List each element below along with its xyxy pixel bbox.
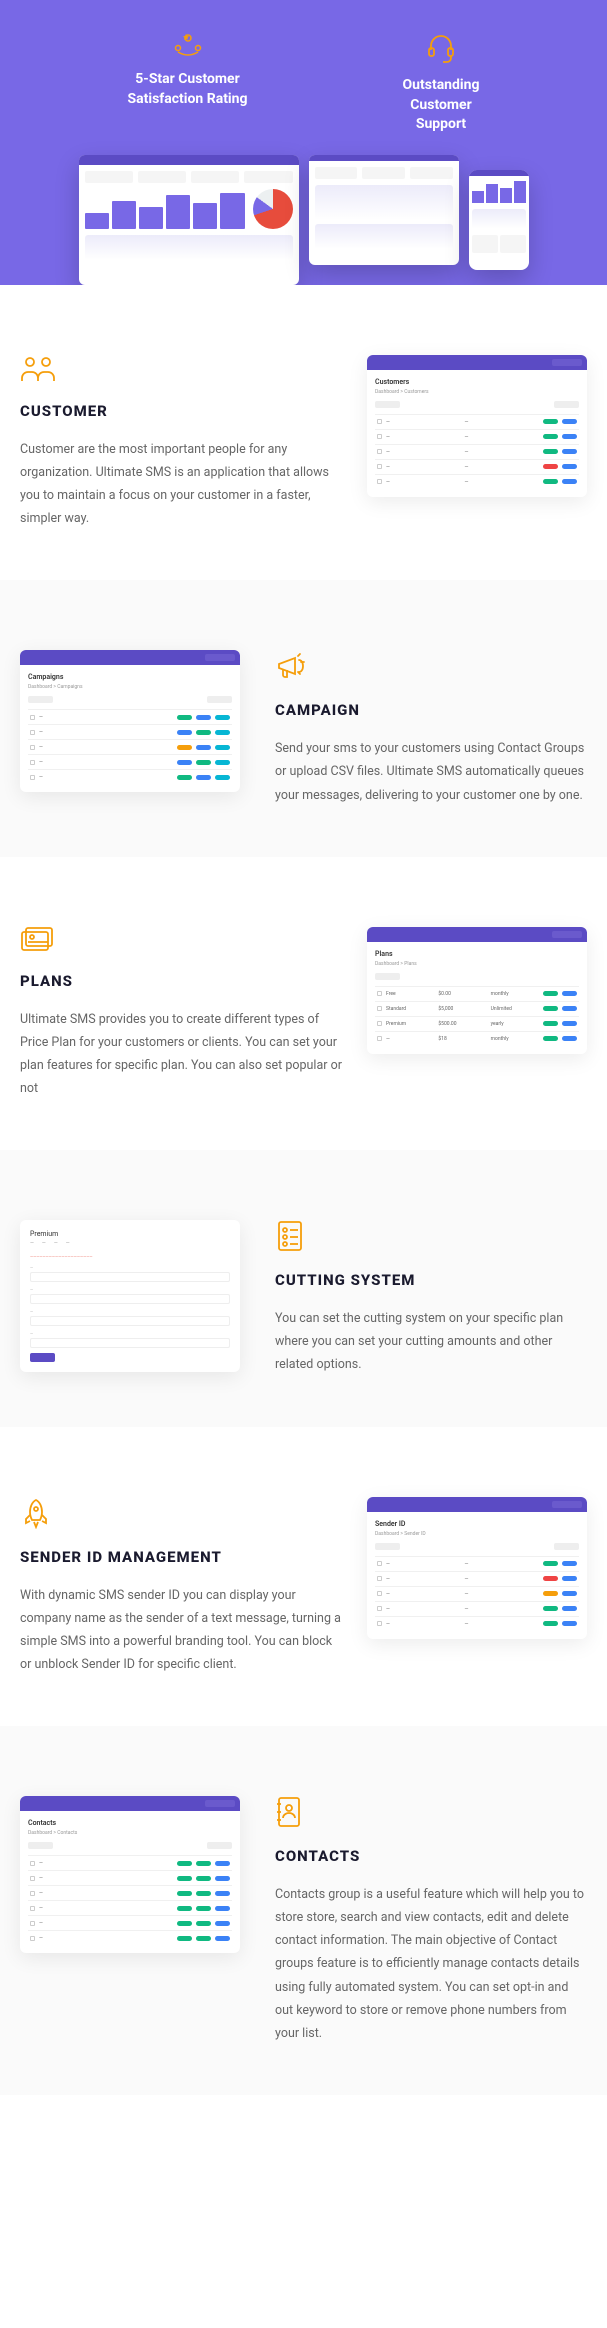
hero-section: 5-Star Customer Satisfaction Rating Outs… xyxy=(0,0,607,285)
section-text: Ultimate SMS provides you to create diff… xyxy=(20,1008,342,1101)
section-screenshot: Campaigns Dashboard > Campaigns — — — — … xyxy=(20,650,240,792)
section-text: Customer are the most important people f… xyxy=(20,438,342,531)
feature-title: 5-Star Customer Satisfaction Rating xyxy=(128,70,248,109)
section-content: SENDER ID MANAGEMENT With dynamic SMS se… xyxy=(20,1497,342,1677)
section-title: SENDER ID MANAGEMENT xyxy=(20,1548,342,1566)
hero-features: 5-Star Customer Satisfaction Rating Outs… xyxy=(20,20,587,155)
headset-icon xyxy=(403,30,480,66)
section-content: CUTTING SYSTEM You can set the cutting s… xyxy=(265,1220,587,1376)
section-content: CONTACTS Contacts group is a useful feat… xyxy=(265,1796,587,2045)
section-cutting: Premium ———— ———————————————————— — — — … xyxy=(0,1150,607,1426)
section-campaign: Campaigns Dashboard > Campaigns — — — — … xyxy=(0,580,607,856)
section-title: PLANS xyxy=(20,972,342,990)
section-screenshot: Premium ———— ———————————————————— — — — … xyxy=(20,1220,240,1372)
section-text: Send your sms to your customers using Co… xyxy=(275,737,587,806)
section-title: CUSTOMER xyxy=(20,402,342,420)
section-contacts: Contacts Dashboard > Contacts — — — — — … xyxy=(0,1726,607,2095)
section-plans: PLANS Ultimate SMS provides you to creat… xyxy=(0,857,607,1151)
feature-title: Outstanding Customer Support xyxy=(403,76,480,135)
section-text: You can set the cutting system on your s… xyxy=(275,1307,587,1376)
credit-card-icon xyxy=(20,927,342,957)
dashboard-mock-side xyxy=(309,155,459,265)
checklist-icon xyxy=(275,1220,587,1256)
section-content: CUSTOMER Customer are the most important… xyxy=(20,355,342,531)
dashboard-mock-mobile xyxy=(469,170,529,270)
section-title: CUTTING SYSTEM xyxy=(275,1271,587,1289)
users-icon xyxy=(20,355,342,387)
feature-satisfaction: 5-Star Customer Satisfaction Rating xyxy=(128,30,248,135)
section-screenshot: Customers Dashboard > Customers —— —— ——… xyxy=(367,355,587,497)
star-icon xyxy=(128,30,248,60)
megaphone-icon xyxy=(275,650,587,686)
section-text: With dynamic SMS sender ID you can displ… xyxy=(20,1584,342,1677)
address-book-icon xyxy=(275,1796,587,1832)
section-screenshot: Sender ID Dashboard > Sender ID —— —— ——… xyxy=(367,1497,587,1639)
hero-dashboards xyxy=(20,155,587,285)
section-sender: SENDER ID MANAGEMENT With dynamic SMS se… xyxy=(0,1427,607,1727)
section-screenshot: Plans Dashboard > Plans Free$0.00monthly… xyxy=(367,927,587,1054)
section-content: CAMPAIGN Send your sms to your customers… xyxy=(265,650,587,806)
section-title: CAMPAIGN xyxy=(275,701,587,719)
section-text: Contacts group is a useful feature which… xyxy=(275,1883,587,2045)
section-customer: CUSTOMER Customer are the most important… xyxy=(0,285,607,581)
section-screenshot: Contacts Dashboard > Contacts — — — — — … xyxy=(20,1796,240,1953)
dashboard-mock-main xyxy=(79,155,299,285)
rocket-icon xyxy=(20,1497,342,1533)
section-content: PLANS Ultimate SMS provides you to creat… xyxy=(20,927,342,1101)
feature-support: Outstanding Customer Support xyxy=(403,30,480,135)
section-title: CONTACTS xyxy=(275,1847,587,1865)
